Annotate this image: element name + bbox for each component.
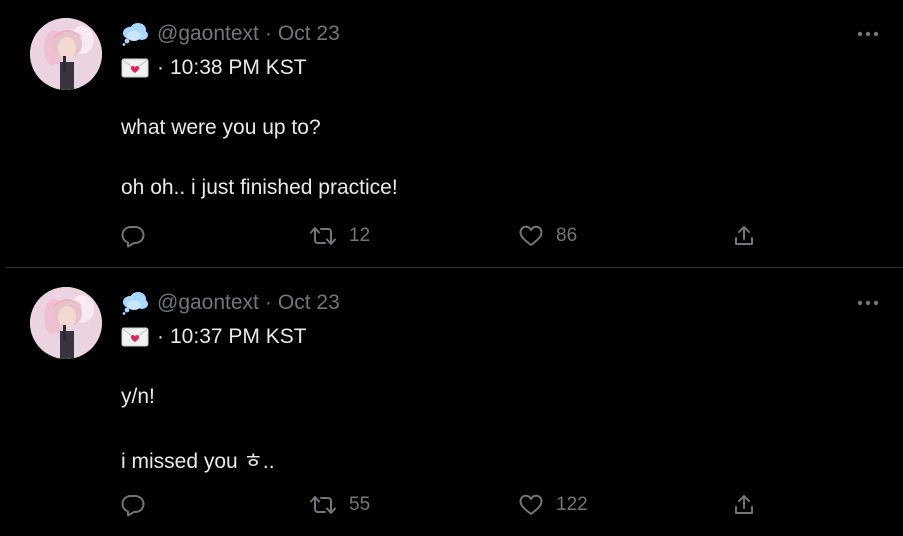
tweet-text-line: what were you up to? — [121, 116, 321, 139]
more-button[interactable] — [853, 291, 883, 315]
share-button[interactable] — [732, 490, 756, 520]
tweet-time: 10:37 PM KST — [170, 325, 307, 348]
separator: · — [264, 22, 272, 45]
tweet-header: @gaontext · Oct 23 — [121, 290, 340, 316]
tweet-date[interactable]: Oct 23 — [278, 291, 340, 315]
more-horizontal-icon — [857, 31, 879, 37]
share-icon — [735, 495, 753, 514]
reply-button[interactable] — [120, 490, 146, 520]
retweet-button[interactable]: 12 — [309, 221, 370, 251]
avatar[interactable] — [30, 287, 102, 359]
tweet-time: 10:38 PM KST — [170, 56, 307, 79]
tweet[interactable]: @gaontext · Oct 23 · 10:38 PM KST what w… — [6, 0, 903, 268]
separator: · — [264, 291, 272, 314]
tweet-date[interactable]: Oct 23 — [278, 22, 340, 46]
like-count: 122 — [556, 494, 588, 515]
like-button[interactable]: 86 — [518, 221, 577, 251]
avatar[interactable] — [30, 18, 102, 90]
thought-balloon-icon — [121, 22, 149, 46]
share-button[interactable] — [732, 221, 756, 251]
tweet-actions: 55 122 — [6, 490, 903, 520]
tweet-text-line: i missed you ㅎ.. — [121, 450, 275, 473]
heart-icon — [519, 225, 543, 246]
tweet-text-line: y/n! — [121, 385, 155, 408]
more-horizontal-icon — [857, 300, 879, 306]
user-handle[interactable]: @gaontext — [157, 291, 259, 315]
retweet-count: 55 — [349, 494, 371, 515]
tweet-header: @gaontext · Oct 23 — [121, 21, 340, 47]
like-count: 86 — [556, 225, 578, 246]
reply-button[interactable] — [120, 221, 146, 251]
more-button[interactable] — [853, 22, 883, 46]
tweet[interactable]: @gaontext · Oct 23 · 10:37 PM KST y/n! i… — [6, 269, 903, 536]
tweet-text-line: oh oh.. i just finished practice! — [121, 176, 398, 199]
tweet-time-line: · 10:37 PM KST — [121, 324, 307, 350]
reply-icon — [121, 495, 145, 517]
separator: · — [157, 56, 164, 79]
retweet-icon — [310, 496, 336, 514]
love-letter-icon — [121, 58, 149, 78]
tweet-actions: 12 86 — [6, 221, 903, 251]
reply-icon — [121, 226, 145, 248]
thought-balloon-icon — [121, 291, 149, 315]
retweet-icon — [310, 227, 336, 245]
heart-icon — [519, 494, 543, 515]
user-handle[interactable]: @gaontext — [157, 22, 259, 46]
like-button[interactable]: 122 — [518, 490, 588, 520]
retweet-button[interactable]: 55 — [309, 490, 370, 520]
tweet-time-line: · 10:38 PM KST — [121, 55, 307, 81]
retweet-count: 12 — [349, 225, 371, 246]
love-letter-icon — [121, 327, 149, 347]
separator: · — [157, 325, 164, 348]
share-icon — [735, 226, 753, 245]
